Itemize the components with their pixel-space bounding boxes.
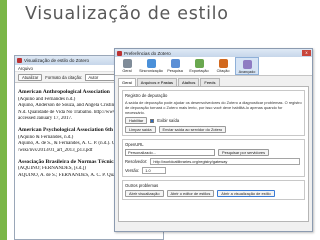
menu-file[interactable]: Arquivo <box>18 66 33 71</box>
window-title: Preferências do Zotero <box>124 50 171 56</box>
resolver-select[interactable]: Personalizado... <box>125 149 215 156</box>
subtab-general[interactable]: Geral <box>118 78 136 86</box>
zotero-icon <box>17 58 22 63</box>
tab-label: Sincronização <box>139 69 163 73</box>
openurl-group: OpenURL Personalizado... Pesquisar por s… <box>122 139 305 177</box>
open-style-preview-button[interactable]: Abrir a visualização de estilo <box>217 190 275 197</box>
tab-sync[interactable]: Sincronização <box>139 57 163 75</box>
subtab-feeds[interactable]: Feeds <box>200 78 220 86</box>
version-label: Versão: <box>125 168 140 173</box>
open-style-editor-button[interactable]: Abrir o editor de estilos <box>166 190 215 197</box>
sync-icon <box>146 59 156 68</box>
window-title: Visualização de estilo do Zotero <box>24 58 90 63</box>
clear-output-button[interactable]: Limpar saída <box>125 126 156 133</box>
version-field[interactable]: 1.0 <box>142 167 167 174</box>
subtab-files[interactable]: Arquivos e Pastas <box>136 78 178 86</box>
lines-label: Exibir saída <box>157 118 180 123</box>
submit-output-button[interactable]: Enviar saída ao servidor do Zotero <box>158 126 227 133</box>
tab-label: Pesquisa <box>167 69 183 73</box>
subtab-shortcuts[interactable]: Atalhos <box>178 78 200 86</box>
accent-bar <box>0 0 7 240</box>
group-label: Registro de depuração <box>125 93 168 98</box>
refresh-button[interactable]: Atualizar <box>18 73 43 81</box>
tab-general[interactable]: Geral <box>115 57 139 75</box>
preferences-tabbar: Geral Sincronização Pesquisa Exportação … <box>115 57 312 76</box>
search-resolvers-button[interactable]: Pesquisar por servidores <box>218 149 270 156</box>
preferences-window: Preferências do Zotero x Geral Sincroniz… <box>114 48 313 232</box>
tab-search[interactable]: Pesquisa <box>163 57 187 75</box>
tab-label: Geral <box>122 69 132 73</box>
quote-icon <box>218 59 228 68</box>
resolver-field[interactable]: http://worldcatlibraries.org/registry/ga… <box>150 158 301 165</box>
tab-cite[interactable]: Citação <box>211 57 235 75</box>
export-icon <box>194 59 204 68</box>
slide-title: Visualização de estilo <box>25 4 229 24</box>
wrench-icon <box>242 60 252 69</box>
format-label: Formato da citação: <box>45 74 83 80</box>
group-label: OpenURL <box>125 142 144 147</box>
group-label: Outros problemas <box>125 183 159 188</box>
components-group: Outros problemas Abrir visualização Abri… <box>122 180 305 200</box>
advanced-panel: Registro de depuração A saída de depuraç… <box>118 86 309 222</box>
subtab-bar: Geral Arquivos e Pastas Atalhos Feeds <box>115 76 312 86</box>
search-icon <box>170 59 180 68</box>
enable-button[interactable]: Habilitar <box>125 117 148 124</box>
tab-advanced[interactable]: Avançado <box>235 57 259 75</box>
open-preview-button[interactable]: Abrir visualização <box>125 190 164 197</box>
close-button[interactable]: x <box>302 50 311 56</box>
tab-label: Exportação <box>189 69 209 73</box>
gear-icon <box>122 59 132 68</box>
debug-description: A saída de depuração pode ajudar os dese… <box>125 100 302 115</box>
tab-label: Avançado <box>238 70 256 74</box>
lines-checkbox[interactable] <box>150 118 155 123</box>
resolver-label: Resolvedor: <box>125 159 148 164</box>
zotero-icon <box>117 50 122 56</box>
tab-export[interactable]: Exportação <box>187 57 211 75</box>
tab-label: Citação <box>216 69 230 73</box>
title-bar: Preferências do Zotero x <box>115 49 312 57</box>
debug-group: Registro de depuração A saída de depuraç… <box>122 90 305 136</box>
